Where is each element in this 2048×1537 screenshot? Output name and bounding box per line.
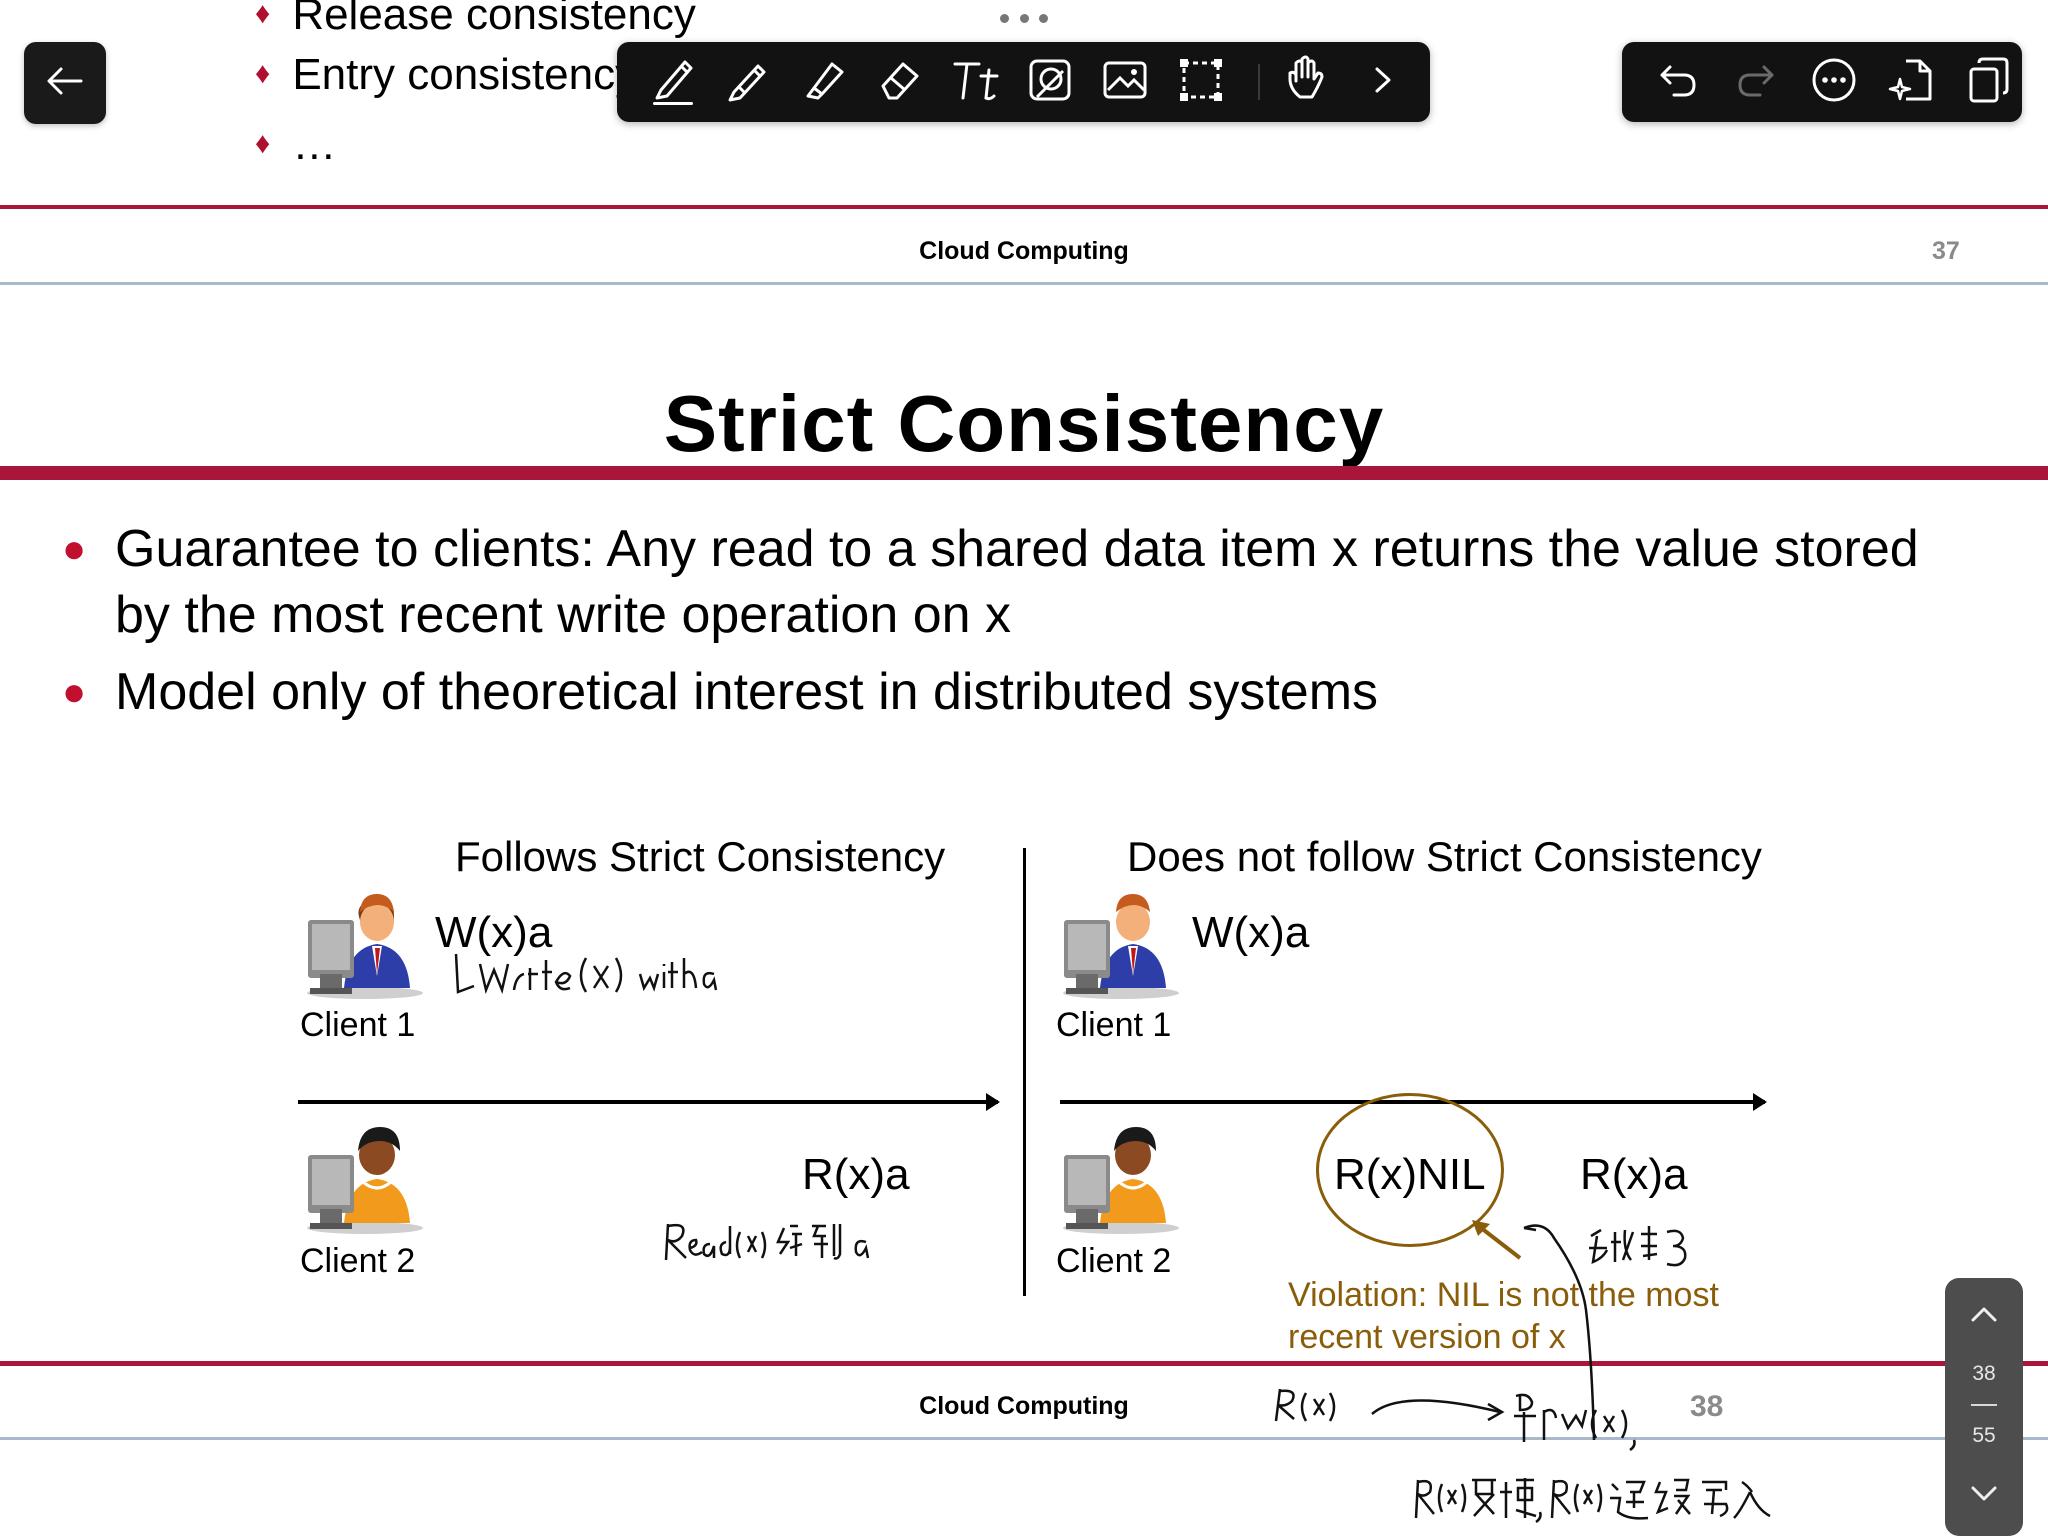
annotation-toolbar: [617, 42, 1430, 122]
left-client2-read-op: R(x)a: [802, 1150, 910, 1199]
arrow-left-icon: [47, 66, 83, 101]
toolbar-next-button[interactable]: [1355, 54, 1411, 110]
undo-button[interactable]: [1650, 54, 1706, 110]
bullet-text: Model only of theoretical interest in di…: [115, 663, 1379, 721]
handwriting-note-read: [662, 1218, 882, 1273]
lasso-select-tool-button[interactable]: [1173, 54, 1229, 110]
left-client2-label: Client 2: [300, 1242, 416, 1280]
client2-computer-icon: [300, 1125, 430, 1240]
ai-page-icon: [1888, 57, 1934, 108]
text-tool-icon: [951, 58, 999, 107]
more-options-button[interactable]: [1806, 54, 1862, 110]
prev-bullet-text: Release consistency: [292, 0, 696, 39]
back-button[interactable]: [24, 42, 106, 124]
image-icon: [1102, 60, 1148, 105]
right-client1-write-op: W(x)a: [1192, 908, 1310, 957]
prev-bullet-text: Entry consistency: [292, 50, 638, 99]
client1-computer-icon: [1056, 890, 1186, 1005]
client2-computer-icon: [1056, 1125, 1186, 1240]
diagram-left-heading: Follows Strict Consistency: [455, 833, 946, 880]
more-options-icon: [1811, 57, 1857, 108]
handwriting-note-bottom-left: [1272, 1385, 1342, 1430]
page-navigator: 38 55: [1945, 1278, 2023, 1536]
handwriting-note-bottom-mid: [1508, 1390, 1658, 1475]
current-page-indicator: 38: [1972, 1362, 1996, 1385]
footer-rule-red: [0, 1361, 2048, 1366]
left-client1-label: Client 1: [300, 1006, 416, 1044]
shape-tool-icon: [1027, 57, 1073, 108]
handwriting-note-bottom-right: [1412, 1472, 1792, 1537]
bullet-theoretical: ● Model only of theoretical interest in …: [62, 659, 1942, 725]
prev-footer-rule-red: [0, 205, 2048, 209]
prev-page-number: 37: [1932, 237, 1960, 265]
bullet-dot-icon: ●: [62, 527, 87, 571]
highlighter-tool-button[interactable]: [796, 54, 852, 110]
prev-bullet-release: ♦ Release consistency: [255, 0, 696, 41]
shape-tool-button[interactable]: [1022, 54, 1078, 110]
highlighter-icon: [802, 58, 846, 107]
slide-title: Strict Consistency: [663, 379, 1385, 468]
copy-pages-button[interactable]: [1960, 54, 2016, 110]
text-tool-button[interactable]: [947, 54, 1003, 110]
touch-hand-icon: [1286, 55, 1330, 108]
image-tool-button[interactable]: [1097, 54, 1153, 110]
handwriting-arrow: [1368, 1390, 1508, 1435]
diamond-bullet-icon: ♦: [255, 57, 271, 90]
prev-bullet-entry: ♦ Entry consistency: [255, 48, 637, 101]
prev-footer-title: Cloud Computing: [919, 237, 1129, 265]
toolbar-separator: [1258, 64, 1260, 100]
slide-separator: [0, 282, 2048, 285]
redo-button[interactable]: [1728, 54, 1784, 110]
touch-hand-tool-button[interactable]: [1280, 54, 1336, 110]
previous-page-button[interactable]: [1960, 1294, 2008, 1338]
ai-page-button[interactable]: [1884, 54, 1940, 110]
bullet-text: Guarantee to clients: Any read to a shar…: [115, 520, 1919, 644]
bullet-guarantee: ● Guarantee to clients: Any read to a sh…: [62, 516, 1942, 648]
next-page-button[interactable]: [1960, 1474, 2008, 1518]
footer-title: Cloud Computing: [919, 1392, 1129, 1420]
diagram-right-heading: Does not follow Strict Consistency: [1127, 833, 1762, 880]
total-pages-indicator: 55: [1972, 1424, 1996, 1447]
title-underline-rule: [0, 466, 2048, 480]
undo-icon: [1658, 63, 1698, 102]
bullet-dot-icon: ●: [62, 670, 87, 714]
diamond-bullet-icon: ♦: [255, 0, 271, 30]
eraser-icon: [877, 58, 921, 107]
prev-bullet-text: …: [292, 120, 337, 169]
right-client2-nil-read-op: R(x)NIL: [1334, 1150, 1486, 1199]
lasso-select-icon: [1178, 57, 1224, 108]
pen-icon: [651, 54, 695, 111]
right-client2-label: Client 2: [1056, 1242, 1172, 1280]
violation-line-2: recent version of x: [1288, 1318, 1566, 1356]
handwriting-note-write: [452, 950, 722, 1005]
chevron-down-icon: [1970, 1485, 1998, 1508]
eraser-tool-button[interactable]: [871, 54, 927, 110]
prev-bullet-ellipsis: ♦…: [255, 118, 336, 171]
pager-divider: [1971, 1404, 1997, 1406]
footer-rule-blue: [0, 1437, 2048, 1440]
right-client1-label: Client 1: [1056, 1006, 1172, 1044]
pencil-tool-button[interactable]: [720, 54, 776, 110]
pen-tool-button[interactable]: [645, 54, 701, 110]
chevron-right-icon: [1373, 65, 1393, 100]
redo-icon: [1736, 63, 1776, 102]
pencil-icon: [726, 58, 770, 107]
page-number: 38: [1690, 1390, 1724, 1423]
toolbar-drag-handle[interactable]: [1000, 14, 1048, 24]
right-client2-read-op: R(x)a: [1580, 1150, 1688, 1199]
client1-computer-icon: [300, 890, 430, 1005]
diagram-divider: [1023, 848, 1026, 1296]
copy-pages-icon: [1967, 57, 2009, 108]
diamond-bullet-icon: ♦: [255, 127, 271, 160]
chevron-up-icon: [1970, 1305, 1998, 1328]
document-toolbar: [1622, 42, 2022, 122]
left-timeline-axis: [298, 1093, 1000, 1111]
